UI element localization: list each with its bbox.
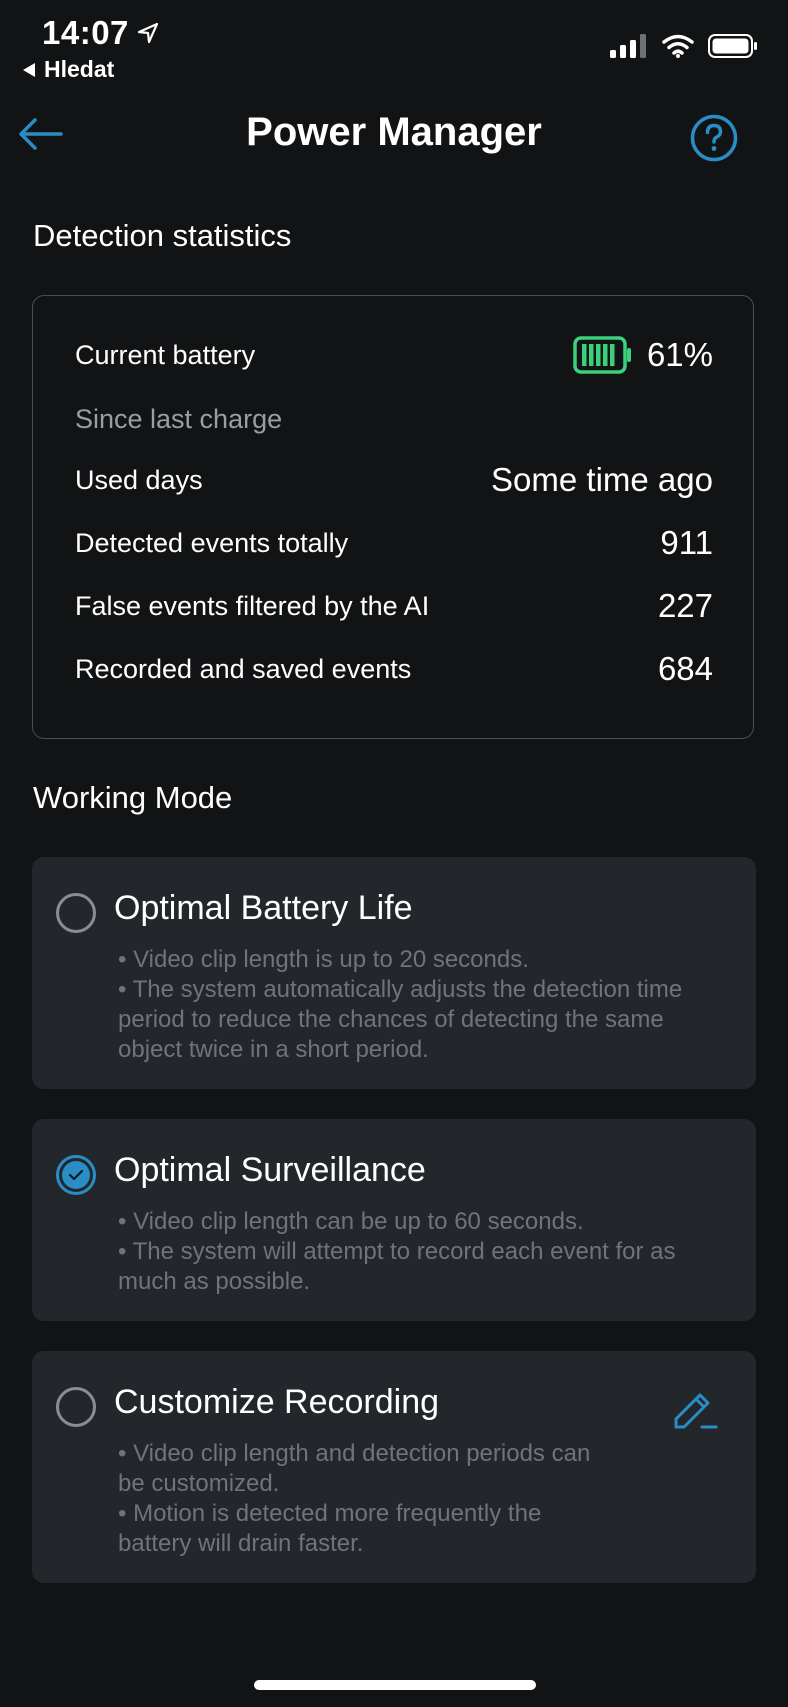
radio-unselected[interactable] [56,893,96,933]
mode-description-line: • Video clip length and detection period… [118,1440,591,1497]
mode-description-line: • Motion is detected more frequently the… [118,1500,542,1557]
radio-selected[interactable] [56,1155,96,1195]
mode-description-line: • Video clip length is up to 20 seconds. [118,946,529,973]
battery-icon [573,336,631,374]
stat-row: False events filtered by the AI 227 [75,587,713,625]
mode-description-line: • Video clip length can be up to 60 seco… [118,1208,584,1235]
checkmark-icon [68,1169,84,1181]
stat-row: Used days Some time ago [75,461,713,499]
since-last-charge-label: Since last charge [75,404,283,434]
home-indicator[interactable] [254,1680,536,1690]
since-last-charge-row: Since last charge [75,404,713,435]
false-events-value: 227 [657,587,713,624]
current-battery-row: Current battery 61% [75,336,713,374]
status-battery-icon [708,34,757,58]
back-to-app[interactable]: Hledat [22,56,114,83]
working-mode-heading: Working Mode [33,780,233,815]
mode-option-customize[interactable]: Customize Recording • Video clip length … [32,1351,756,1583]
recorded-events-value: 684 [657,650,713,687]
status-indicators [610,34,758,58]
mode-option-battery-life[interactable]: Optimal Battery Life • Video clip length… [32,857,756,1089]
status-time-text: 14:07 [42,14,129,51]
mode-title: Optimal Battery Life [114,889,413,927]
battery-indicator: 61% [573,336,713,374]
radio-unselected[interactable] [56,1387,96,1427]
back-triangle-icon [23,62,35,77]
false-events-label: False events filtered by the AI [75,590,430,621]
help-icon [690,114,738,162]
mode-description: • Video clip length can be up to 60 seco… [118,1207,726,1297]
detected-events-value: 911 [660,524,713,561]
mode-description-line: • The system automatically adjusts the d… [118,976,683,1063]
mode-title: Optimal Surveillance [114,1151,426,1189]
back-app-label: Hledat [44,56,115,82]
edit-pencil-icon [674,1393,718,1429]
wifi-icon [662,34,694,58]
stat-row: Recorded and saved events 684 [75,650,713,688]
help-button[interactable] [690,114,738,162]
mode-description-line: • The system will attempt to record each… [118,1238,676,1295]
location-arrow-icon [137,22,159,44]
signal-icon [610,34,646,58]
recorded-events-label: Recorded and saved events [75,653,412,684]
mode-title: Customize Recording [114,1383,440,1421]
stat-row: Detected events totally 911 [75,524,713,562]
mode-description: • Video clip length is up to 20 seconds.… [118,945,726,1065]
detection-statistics-card: Current battery 61% Since last charge Us… [32,295,754,739]
used-days-value: Some time ago [491,461,713,498]
page-title: Power Manager [246,110,542,154]
mode-option-surveillance[interactable]: Optimal Surveillance • Video clip length… [32,1119,756,1321]
used-days-label: Used days [75,464,203,495]
detection-statistics-heading: Detection statistics [33,218,292,253]
mode-description: • Video clip length and detection period… [118,1439,596,1559]
detected-events-label: Detected events totally [75,527,349,558]
radio-selected-dot [62,1161,90,1189]
current-battery-label: Current battery [75,339,256,370]
status-time: 14:07 [42,14,159,52]
battery-percent: 61% [646,336,713,373]
edit-button[interactable] [668,1381,720,1433]
